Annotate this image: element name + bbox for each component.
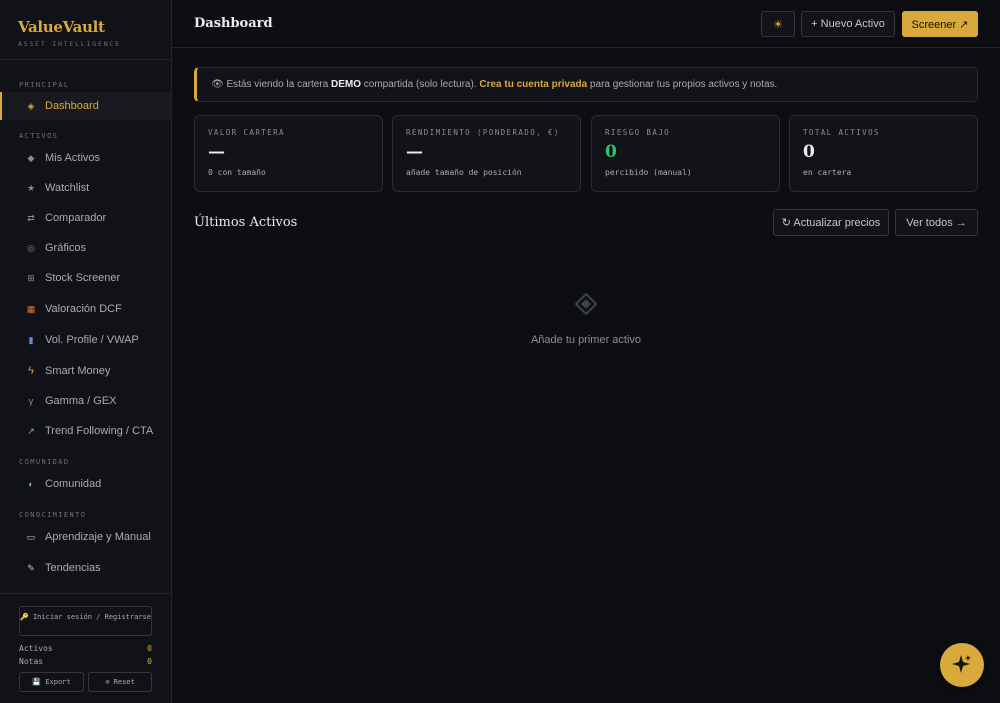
card-label: RIESGO BAJO xyxy=(605,128,671,137)
stat-activos: Activos 0 xyxy=(19,644,152,653)
card-sub: en cartera xyxy=(803,168,852,177)
sidebar-item-graficos[interactable]: ◎ Gráficos xyxy=(0,234,171,262)
sidebar-item-label: Stock Screener xyxy=(45,272,121,284)
reset-button[interactable]: ⊘ Reset xyxy=(88,672,152,692)
empty-state-text: Añade tu primer activo xyxy=(530,334,642,346)
sidebar-item-tendencias[interactable]: ✎ Tendencias xyxy=(0,554,171,582)
card-label: RENDIMIENTO (PONDERADO, €) xyxy=(406,128,560,137)
card-sub: 0 con tamaño xyxy=(208,168,266,177)
target-icon: ◎ xyxy=(27,242,35,253)
sidebar-item-vol-profile[interactable]: ▮ Vol. Profile / VWAP xyxy=(0,326,171,354)
section-label-conocimiento: CONOCIMIENTO xyxy=(19,511,87,519)
stat-label: Notas xyxy=(19,657,44,666)
sidebar-item-label: Trend Following / CTA xyxy=(45,425,154,437)
brand-subtitle: ASSET INTELLIGENCE xyxy=(18,40,121,48)
card-valor-cartera: VALOR CARTERA — 0 con tamaño xyxy=(194,115,383,192)
card-value: 0 xyxy=(803,142,815,162)
demo-banner: 👁 Estás viendo la cartera DEMO compartid… xyxy=(194,67,978,102)
sidebar-item-label: Mis Activos xyxy=(45,152,101,164)
sidebar-item-label: Valoración DCF xyxy=(45,303,122,315)
speech-head-icon: ◐ xyxy=(28,479,34,489)
new-asset-button[interactable]: + Nuevo Activo xyxy=(801,11,895,37)
sidebar-item-label: Watchlist xyxy=(45,182,90,194)
banner-text-pre: Estás viendo la cartera xyxy=(223,79,331,90)
card-sub: añade tamaño de posición xyxy=(406,168,522,177)
ai-assistant-button[interactable] xyxy=(940,643,984,687)
view-all-button[interactable]: Ver todos → xyxy=(895,209,978,236)
card-rendimiento: RENDIMIENTO (PONDERADO, €) — añade tamañ… xyxy=(392,115,581,192)
sidebar-item-label: Dashboard xyxy=(45,100,99,112)
brand-title[interactable]: ValueVault xyxy=(18,18,153,36)
sidebar-item-label: Gamma / GEX xyxy=(45,395,117,407)
trend-chart-icon: ↗ xyxy=(27,425,35,436)
card-value: 0 xyxy=(605,142,617,162)
abacus-icon: ▦ xyxy=(26,303,36,314)
stat-label: Activos xyxy=(19,644,53,653)
eye-icon: 👁 xyxy=(211,79,224,90)
section-label-principal: PRINCIPAL xyxy=(19,81,70,89)
create-account-link[interactable]: Crea tu cuenta privada xyxy=(479,79,587,90)
sidebar-item-mis-activos[interactable]: ◆ Mis Activos xyxy=(0,144,171,172)
sparkle-icon xyxy=(952,655,971,673)
banner-demo: DEMO xyxy=(330,79,361,90)
sidebar-item-smart-money[interactable]: ϟ Smart Money xyxy=(0,357,171,385)
sidebar-item-label: Comparador xyxy=(45,212,107,224)
card-value: — xyxy=(208,142,225,162)
book-icon: ▭ xyxy=(26,531,36,542)
export-button[interactable]: 💾 Export xyxy=(19,672,84,692)
refresh-prices-button[interactable]: ↻ Actualizar precios xyxy=(773,209,889,236)
page-title: Dashboard xyxy=(194,16,273,31)
gamma-icon: γ xyxy=(28,396,34,406)
sidebar-item-gamma-gex[interactable]: γ Gamma / GEX xyxy=(0,387,171,415)
sidebar-item-label: Comunidad xyxy=(45,478,102,490)
sidebar: ValueVault ASSET INTELLIGENCE PRINCIPAL … xyxy=(0,0,172,703)
grid-icon: ⊞ xyxy=(27,272,35,283)
banner-text-post: para gestionar tus propios activos y not… xyxy=(587,79,778,90)
sidebar-item-label: Smart Money xyxy=(45,365,111,377)
card-riesgo-bajo: RIESGO BAJO 0 percibido (manual) xyxy=(591,115,780,192)
login-register-button[interactable]: 🔑 Iniciar sesión / Registrarse xyxy=(19,606,152,636)
star-icon: ★ xyxy=(26,182,36,193)
sun-icon: ☀ xyxy=(773,18,783,31)
diamond-icon: ◆ xyxy=(27,152,35,163)
banner-text-mid: compartida (solo lectura). xyxy=(360,79,480,90)
stat-value: 0 xyxy=(147,644,152,653)
sidebar-item-label: Tendencias xyxy=(45,562,101,574)
card-sub: percibido (manual) xyxy=(605,168,692,177)
telescope-icon: ✎ xyxy=(27,562,35,573)
sidebar-item-dashboard[interactable]: ◈ Dashboard xyxy=(0,92,171,120)
sidebar-footer: 🔑 Iniciar sesión / Registrarse Activos 0… xyxy=(0,593,171,703)
sidebar-item-label: Vol. Profile / VWAP xyxy=(45,334,139,346)
sidebar-item-label: Aprendizaje y Manual xyxy=(45,531,151,543)
stat-value: 0 xyxy=(147,657,152,666)
section-label-activos: ACTIVOS xyxy=(19,132,59,140)
sidebar-item-valoracion-dcf[interactable]: ▦ Valoración DCF xyxy=(0,295,171,323)
sidebar-item-aprendizaje[interactable]: ▭ Aprendizaje y Manual xyxy=(0,523,171,551)
sidebar-item-comparador[interactable]: ⇄ Comparador xyxy=(0,204,171,232)
card-label: VALOR CARTERA xyxy=(208,128,285,137)
swap-arrows-icon: ⇄ xyxy=(27,212,35,223)
diamond-outline-icon xyxy=(575,293,597,315)
theme-toggle-button[interactable]: ☀ xyxy=(761,11,795,37)
screener-button[interactable]: Screener ↗ xyxy=(902,11,978,37)
sidebar-item-trend-following[interactable]: ↗ Trend Following / CTA xyxy=(0,417,171,445)
section-label-comunidad: COMUNIDAD xyxy=(19,458,70,466)
stat-notas: Notas 0 xyxy=(19,657,152,666)
card-total-activos: TOTAL ACTIVOS 0 en cartera xyxy=(789,115,978,192)
card-label: TOTAL ACTIVOS xyxy=(803,128,880,137)
brand: ValueVault ASSET INTELLIGENCE xyxy=(0,0,171,60)
dashboard-icon: ◈ xyxy=(27,100,35,111)
sidebar-item-comunidad[interactable]: ◐ Comunidad xyxy=(0,470,171,498)
sidebar-item-stock-screener[interactable]: ⊞ Stock Screener xyxy=(0,264,171,292)
section-title-ultimos-activos: Últimos Activos xyxy=(194,215,298,230)
bar-chart-icon: ▮ xyxy=(28,334,34,345)
top-header: Dashboard ☀ + Nuevo Activo Screener ↗ xyxy=(172,0,1000,48)
lightning-icon: ϟ xyxy=(28,365,34,377)
sidebar-item-watchlist[interactable]: ★ Watchlist xyxy=(0,174,171,202)
sidebar-item-label: Gráficos xyxy=(45,242,86,254)
card-value: — xyxy=(406,142,423,162)
